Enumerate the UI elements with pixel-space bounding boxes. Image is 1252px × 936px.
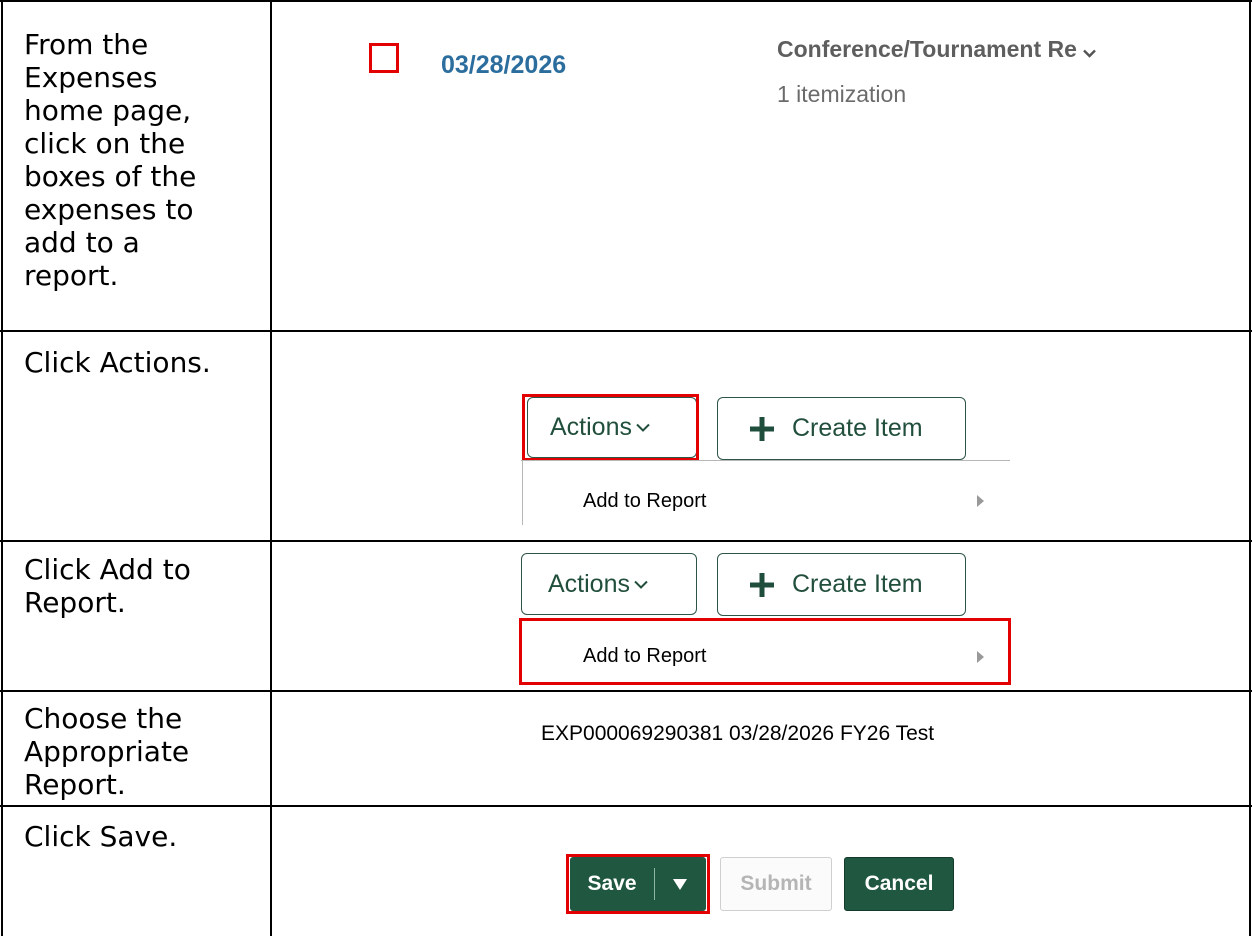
step-5-instruction: Click Save. (24, 820, 178, 853)
expense-type-label: Conference/Tournament Re (777, 36, 1096, 64)
menu-left-border (522, 460, 523, 525)
create-item-button[interactable]: Create Item (717, 553, 966, 616)
actions-highlight-box (522, 394, 699, 461)
row-divider (0, 805, 1252, 807)
step-1-instruction: From the Expenses home page, click on th… (24, 28, 197, 292)
chevron-down-icon (634, 580, 648, 589)
actions-button[interactable]: Actions (521, 553, 697, 615)
report-option[interactable]: EXP000069290381 03/28/2026 FY26 Test (541, 722, 934, 746)
create-item-label: Create Item (792, 414, 923, 442)
expense-itemization-count: 1 itemization (777, 81, 907, 107)
plus-icon (750, 416, 774, 441)
submit-button[interactable]: Submit (720, 857, 832, 911)
table-border-top (0, 0, 1252, 2)
row-divider (0, 330, 1252, 332)
menu-top-border (521, 460, 1010, 461)
row-divider (0, 540, 1252, 542)
chevron-down-icon[interactable] (1083, 37, 1096, 64)
create-item-button[interactable]: Create Item (717, 397, 966, 460)
add-to-report-menu-item[interactable]: Add to Report (583, 645, 706, 668)
instruction-table: From the Expenses home page, click on th… (0, 0, 1252, 936)
table-border-right (1249, 0, 1251, 936)
table-border-left (1, 0, 3, 936)
add-to-report-menu-item[interactable]: Add to Report (583, 490, 706, 513)
submenu-arrow-icon (977, 495, 984, 507)
plus-icon (750, 572, 774, 597)
step-4-instruction: Choose the Appropriate Report. (24, 702, 190, 801)
save-highlight-box (566, 854, 710, 914)
row-divider (0, 690, 1252, 692)
expense-date-link[interactable]: 03/28/2026 (441, 51, 566, 80)
column-divider (270, 0, 272, 936)
cancel-button[interactable]: Cancel (844, 857, 954, 911)
actions-button-label: Actions (548, 569, 630, 598)
step-3-instruction: Click Add to Report. (24, 553, 191, 619)
expense-select-checkbox[interactable] (369, 43, 399, 73)
create-item-label: Create Item (792, 570, 923, 598)
step-2-instruction: Click Actions. (24, 346, 211, 379)
submenu-arrow-icon (977, 651, 984, 663)
